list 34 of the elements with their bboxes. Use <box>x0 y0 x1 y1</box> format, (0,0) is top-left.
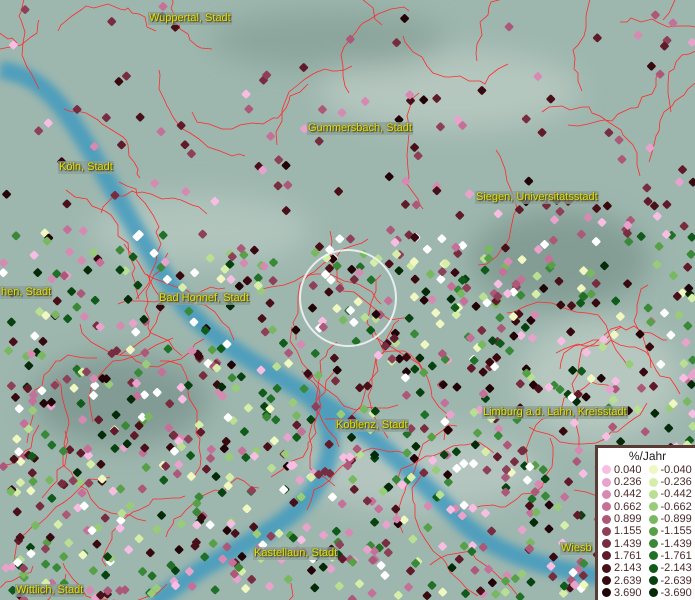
place-label: Wittlich, Stadt <box>15 584 84 597</box>
legend-label: 3.690 <box>614 586 642 599</box>
legend-label: 2.639 <box>614 574 642 587</box>
place-label: Bad Honnef, Stadt <box>158 292 250 305</box>
place-label: Gummersbach, Stadt <box>307 122 413 135</box>
legend-label: 1.439 <box>614 538 642 550</box>
place-label: Siegen, Universitätsstadt <box>475 191 599 204</box>
legend-label: -2.143 <box>660 562 692 574</box>
legend-label: 0.662 <box>614 500 642 513</box>
legend-label: -0.040 <box>660 464 692 476</box>
place-label: hen, Stadt <box>0 286 52 299</box>
legend-label: 0.442 <box>614 488 642 500</box>
legend-label: 1.155 <box>614 525 642 538</box>
legend-label: -0.236 <box>660 476 692 488</box>
legend-label: 0.236 <box>614 476 642 488</box>
legend-label: -0.662 <box>660 500 692 513</box>
legend-title: %/Jahr <box>628 450 668 463</box>
legend-label: -3.690 <box>660 586 692 599</box>
legend-label: -0.442 <box>660 488 692 500</box>
legend-label: -0.899 <box>660 513 692 526</box>
place-label: Koblenz, Stadt <box>335 419 409 432</box>
legend-label: -2.639 <box>660 574 692 587</box>
legend-label: -1.155 <box>660 525 692 538</box>
place-label: Wuppertal, Stadt <box>148 12 232 25</box>
place-label: Köln, Stadt <box>58 161 114 174</box>
legend-label: -1.439 <box>660 538 692 550</box>
place-label: Limburg a.d. Lahn, Kreisstadt <box>482 406 628 419</box>
legend-label: 0.040 <box>614 464 642 476</box>
legend-label: 2.143 <box>614 562 642 574</box>
place-label: Kastellaun, Stadt <box>253 547 338 560</box>
legend-label: 1.761 <box>614 550 642 562</box>
place-label: Wiesb <box>560 542 593 555</box>
legend-label: -1.761 <box>660 550 692 562</box>
legend-label: 0.899 <box>614 513 642 526</box>
